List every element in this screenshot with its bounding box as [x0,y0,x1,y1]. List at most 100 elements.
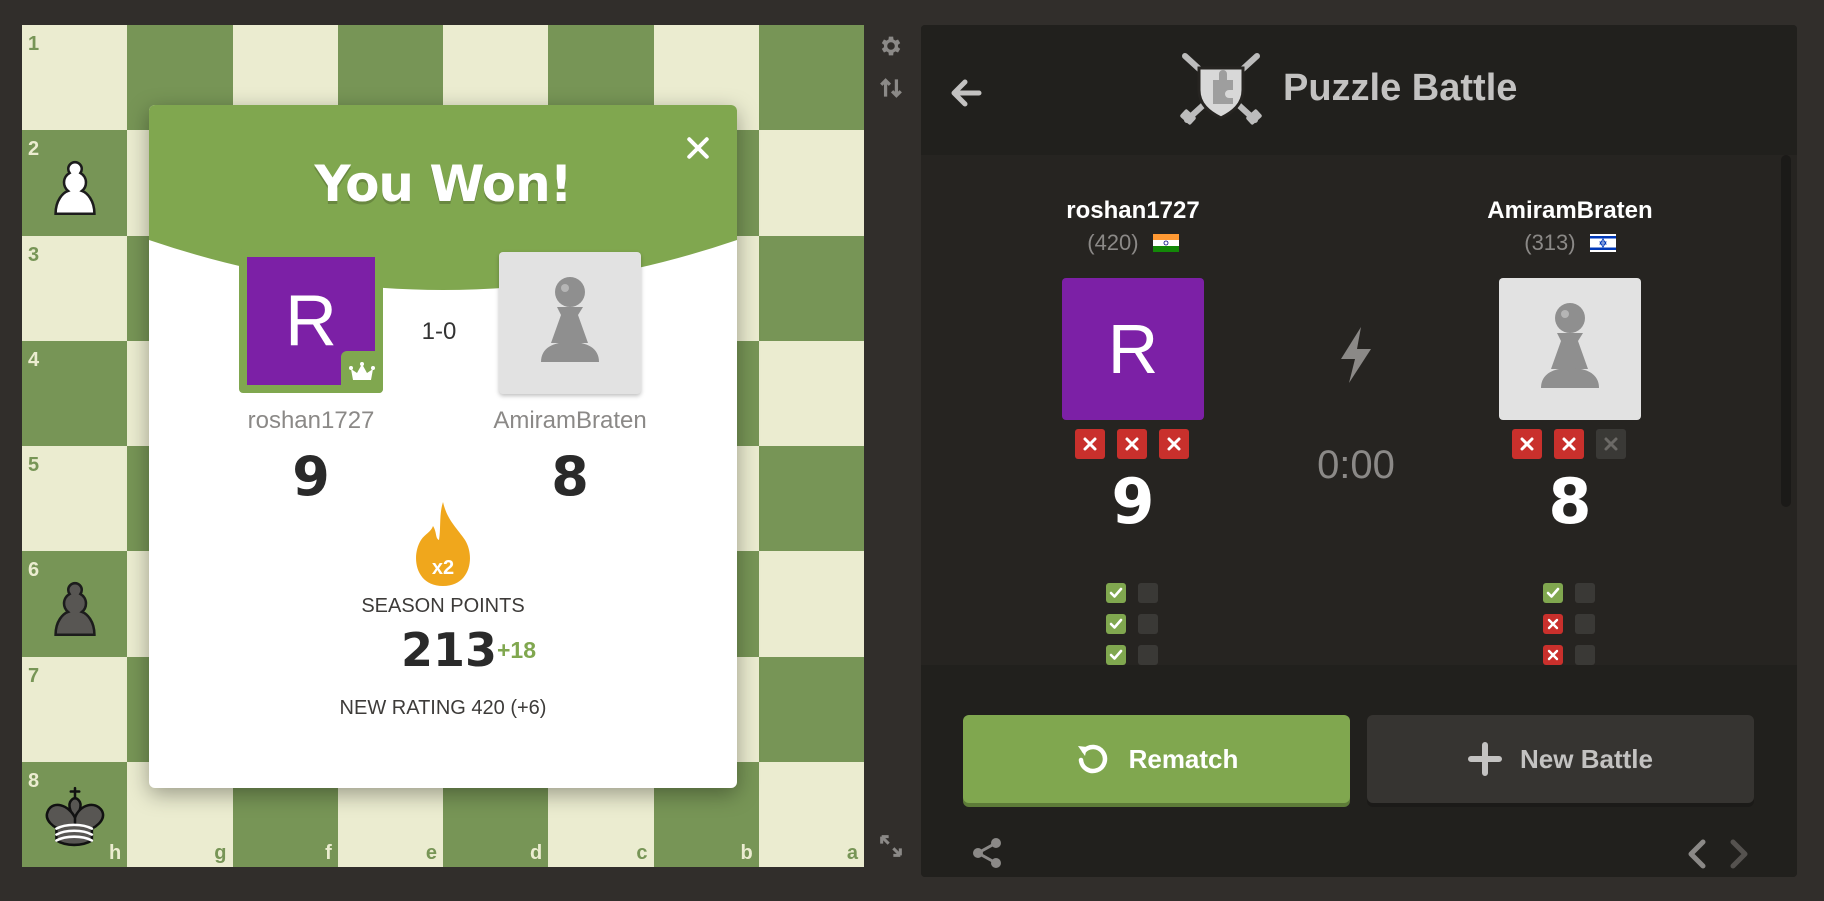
strike-indicator [1117,429,1147,459]
puzzle-solved[interactable] [1106,645,1126,665]
strike-indicator [1159,429,1189,459]
board-square[interactable] [758,551,864,657]
modal-title: You Won! [314,155,572,213]
player1-name: roshan1727 [1066,197,1200,224]
player1-name: roshan1727 [247,407,375,434]
check-icon [1109,618,1123,629]
pawn-avatar-icon [541,277,599,362]
x-icon [1604,437,1618,451]
x-icon [1520,437,1534,451]
india-flag-icon [1152,234,1179,252]
board-square[interactable] [758,25,864,131]
white-pawn-piece-icon [53,160,96,215]
puzzle-battle-shield-icon [1180,53,1262,125]
file-label: d [530,842,543,864]
player1-score: 9 [1111,465,1155,538]
season-points-delta: +18 [497,637,537,663]
expand-board-button[interactable] [875,830,907,862]
file-label: a [846,842,858,864]
player2-strikes [1512,429,1626,459]
x-icon [1083,437,1097,451]
panel-title: Puzzle Battle [1283,67,1518,109]
black-pawn-piece-icon [53,581,96,636]
puzzle-failed[interactable] [1543,645,1563,665]
crown-badge [341,351,383,393]
new-rating: NEW RATING 420 (+6) [339,697,547,719]
pawn-avatar-icon [1541,303,1599,388]
check-icon [1109,649,1123,660]
x-icon [1125,437,1139,451]
board-square[interactable] [758,130,864,236]
board-square[interactable]: 6 [22,551,128,657]
board-square[interactable] [758,340,864,446]
lightning-icon [1341,327,1371,383]
rematch-icon [1077,744,1107,774]
rank-label: 1 [28,33,40,55]
close-button[interactable] [683,133,713,163]
player2-name: AmiramBraten [1487,197,1653,224]
file-label: e [425,842,437,864]
settings-button[interactable] [875,30,907,62]
puzzle-empty [1575,583,1595,603]
board-square[interactable] [758,235,864,341]
arrow-left-icon [951,79,982,107]
battle-scoreboard: roshan1727 (420) AmiramBraten (313) R 0:… [921,155,1797,665]
player1-puzzle-results [1106,583,1158,676]
player2-rating-value: (313) [1524,230,1576,255]
board-square[interactable]: 5 [22,446,128,552]
strike-indicator [1075,429,1105,459]
rematch-button[interactable]: Rematch [963,715,1350,803]
x-icon [1547,618,1559,630]
player2-avatar [1499,278,1641,420]
israel-flag-icon [1589,234,1616,252]
flip-board-icon [880,78,902,98]
previous-button[interactable] [1683,837,1713,871]
multiplier-text: x2 [432,557,454,579]
board-square[interactable]: a [758,761,864,867]
board-square[interactable]: 2 [22,130,128,236]
puzzle-battle-panel: Puzzle Battle roshan1727 (420) AmiramBra… [921,25,1797,877]
player2-score: 8 [1548,465,1592,538]
match-result: 1-0 [421,318,457,345]
scrollbar[interactable] [1781,155,1791,507]
board-square[interactable]: 3 [22,235,128,341]
back-button[interactable] [945,75,985,111]
board-square[interactable]: 1 [22,25,128,131]
flame-multiplier-icon: x2 [416,502,470,586]
panel-header: Puzzle Battle [921,25,1797,155]
puzzle-empty [1575,614,1595,634]
board-square[interactable]: 8h [22,761,128,867]
strike-indicator [1512,429,1542,459]
puzzle-failed[interactable] [1543,614,1563,634]
check-icon [1109,587,1123,598]
file-label: g [214,842,227,864]
strike-indicator [1554,429,1584,459]
board-square[interactable] [758,656,864,762]
player2-puzzle-results [1543,583,1595,676]
result-row [1106,614,1158,634]
new-battle-button[interactable]: New Battle [1367,715,1754,803]
result-row [1106,645,1158,665]
player2-name: AmiramBraten [493,407,647,434]
board-square[interactable] [758,446,864,552]
flip-board-button[interactable] [875,72,907,104]
result-row [1543,614,1595,634]
chevron-right-icon [1730,839,1748,869]
gear-icon [881,36,901,56]
file-label: f [325,842,332,864]
season-points-value: 213 [401,623,498,677]
x-icon [1167,437,1181,451]
share-button[interactable] [969,835,1005,871]
x-icon [1562,437,1576,451]
puzzle-solved[interactable] [1106,583,1126,603]
rank-label: 4 [28,348,40,371]
board-square[interactable]: 7 [22,656,128,762]
player2-rating: (313) [1440,230,1700,256]
next-button[interactable] [1723,837,1753,871]
board-square[interactable]: 4 [22,340,128,446]
expand-icon [880,835,902,857]
puzzle-solved[interactable] [1543,583,1563,603]
battle-timer: 0:00 [1317,443,1395,487]
puzzle-solved[interactable] [1106,614,1126,634]
black-king-piece-icon [45,787,104,847]
